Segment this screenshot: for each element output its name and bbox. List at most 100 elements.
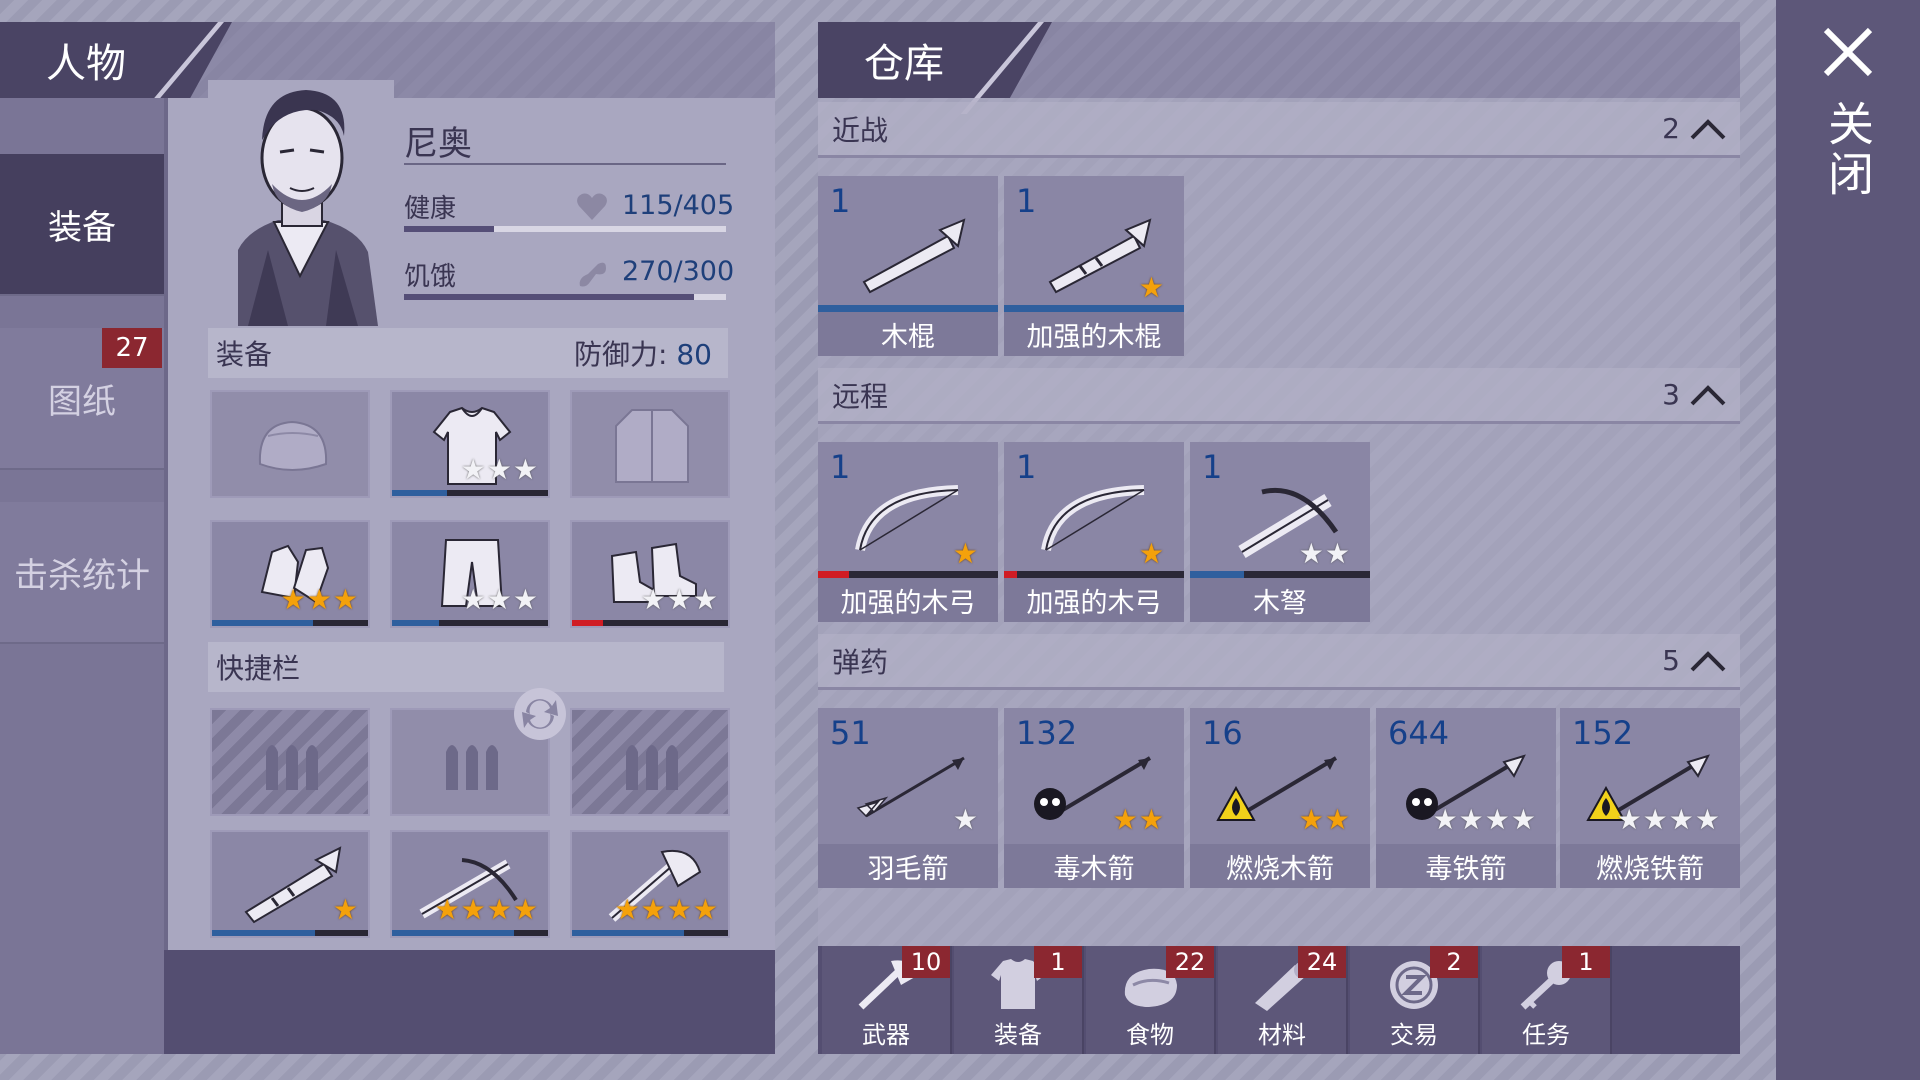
- equip-slot-hands[interactable]: ★ ★ ★: [210, 520, 370, 628]
- fire-warning-icon: [1216, 786, 1256, 821]
- health-bar-fill: [404, 226, 495, 232]
- filter-tab-badge: 1: [1034, 946, 1082, 978]
- item-card[interactable]: 132 ★ ★ 毒木箭: [1004, 708, 1184, 888]
- category-ranged-count: 3: [1662, 378, 1680, 411]
- item-card[interactable]: 1 ★ 加强的木弓: [818, 442, 998, 622]
- category-header-ammo[interactable]: 弹药 5: [818, 634, 1740, 690]
- equip-slot-hands-stars: ★ ★ ★: [281, 586, 358, 614]
- hotbar-weapon-slot-3-durability-fill: [572, 930, 685, 936]
- equip-slot-hands-durability-fill: [212, 620, 314, 626]
- item-card[interactable]: 16 ★ ★ 燃烧木箭: [1190, 708, 1370, 888]
- equip-slot-body[interactable]: ★ ★ ★: [390, 390, 550, 498]
- item-name: 加强的木棍: [1004, 312, 1184, 356]
- filter-tab-food[interactable]: 22 食物: [1086, 946, 1216, 1054]
- filter-tab-quests[interactable]: 1 任务: [1482, 946, 1612, 1054]
- star-icon: ★: [1298, 537, 1324, 570]
- item-stars: ★: [953, 806, 978, 834]
- warehouse-filter-bar: 10 武器 1 装备 22 食物 24 材料 2 交易 1 任务: [818, 946, 1740, 1054]
- name-underline: [404, 163, 726, 165]
- star-icon: ★: [512, 453, 538, 486]
- hotbar-weapon-slot-3-stars: ★ ★ ★ ★: [615, 896, 718, 924]
- equip-slot-feet[interactable]: ★ ★ ★: [570, 520, 730, 628]
- filter-tab-trade[interactable]: 2 交易: [1350, 946, 1480, 1054]
- item-stars: ★: [1139, 540, 1164, 568]
- item-stars: ★: [1139, 274, 1164, 302]
- equip-slot-body-durability-fill: [392, 490, 447, 496]
- item-card[interactable]: 1 木棍: [818, 176, 998, 356]
- health-label: 健康: [404, 194, 457, 224]
- item-name: 加强的木弓: [1004, 578, 1184, 622]
- equip-slot-feet-durability-fill: [572, 620, 604, 626]
- equip-slot-legs-durability: [392, 620, 548, 626]
- equip-slot-outer[interactable]: [570, 390, 730, 498]
- item-durability-fill: [1004, 571, 1017, 578]
- item-durability-fill: [1190, 571, 1244, 578]
- chevron-up-icon[interactable]: [1690, 384, 1726, 406]
- star-icon: ★: [952, 803, 978, 836]
- side-tab-blueprints[interactable]: 图纸 27: [0, 328, 164, 470]
- category-ammo-name: 弹药: [832, 645, 889, 679]
- item-card[interactable]: 152 ★ ★ ★ ★ 燃烧铁箭: [1560, 708, 1740, 888]
- character-portrait: [208, 80, 394, 326]
- category-melee-count: 2: [1662, 112, 1680, 145]
- item-durability: [1190, 571, 1370, 578]
- side-tab-equipment[interactable]: 装备: [0, 154, 164, 296]
- star-icon: ★: [952, 537, 978, 570]
- filter-tab-badge: 10: [902, 946, 950, 978]
- filter-tab-materials[interactable]: 24 材料: [1218, 946, 1348, 1054]
- hotbar-weapon-slot-2-durability: [392, 930, 548, 936]
- close-icon[interactable]: [1820, 24, 1876, 80]
- item-card[interactable]: 51 ★ 羽毛箭: [818, 708, 998, 888]
- filter-tab-label: 武器: [862, 1021, 910, 1049]
- item-durability-fill: [818, 571, 849, 578]
- jacket-icon: [615, 409, 689, 483]
- hunger-label: 饥饿: [404, 262, 457, 292]
- star-icon: ★: [1324, 537, 1350, 570]
- item-name: 毒铁箭: [1376, 844, 1556, 888]
- equip-slot-legs[interactable]: ★ ★ ★: [390, 520, 550, 628]
- bullets-icon: [446, 745, 498, 790]
- filter-tab-badge: 24: [1298, 946, 1346, 978]
- health-bar: [404, 226, 726, 232]
- hotbar-ammo-slot-1[interactable]: [210, 708, 370, 816]
- item-card[interactable]: 1 ★ ★ 木弩: [1190, 442, 1370, 622]
- filter-tab-label: 任务: [1522, 1021, 1570, 1049]
- star-icon: ★: [280, 583, 306, 616]
- hotbar-weapon-slot-2-stars: ★ ★ ★ ★: [435, 896, 538, 924]
- bullets-icon: [266, 745, 318, 790]
- equip-slot-body-stars: ★ ★ ★: [461, 456, 538, 484]
- star-icon: ★: [1484, 803, 1510, 836]
- chevron-up-icon[interactable]: [1690, 650, 1726, 672]
- hotbar-weapon-slot-2[interactable]: ★ ★ ★ ★: [390, 830, 550, 938]
- hotbar-ammo-slot-3[interactable]: [570, 708, 730, 816]
- equip-slot-hands-durability: [212, 620, 368, 626]
- filter-tab-badge: 22: [1166, 946, 1214, 978]
- category-header-ranged[interactable]: 远程 3: [818, 368, 1740, 424]
- defense-label: 防御力:: [574, 338, 668, 371]
- side-tab-kill-stats[interactable]: 击杀统计: [0, 502, 164, 644]
- star-icon: ★: [666, 583, 692, 616]
- star-icon: ★: [460, 583, 486, 616]
- filter-tab-label: 装备: [994, 1021, 1042, 1049]
- item-card[interactable]: 644 ★ ★ ★ ★ 毒铁箭: [1376, 708, 1556, 888]
- item-stars: ★ ★: [1299, 540, 1350, 568]
- stick-icon: [862, 218, 966, 294]
- swap-icon[interactable]: [512, 686, 568, 742]
- filter-tab-weapons[interactable]: 10 武器: [822, 946, 952, 1054]
- hunger-bar: [404, 294, 726, 300]
- equip-slot-legs-stars: ★ ★ ★: [461, 586, 538, 614]
- star-icon: ★: [1510, 803, 1536, 836]
- category-header-melee[interactable]: 近战 2: [818, 102, 1740, 158]
- filter-tab-equipment[interactable]: 1 装备: [954, 946, 1084, 1054]
- star-icon: ★: [1138, 803, 1164, 836]
- item-card[interactable]: 1 ★ 加强的木棍: [1004, 176, 1184, 356]
- close-column[interactable]: 关闭: [1776, 0, 1920, 1080]
- equip-slot-head[interactable]: [210, 390, 370, 498]
- chevron-up-icon[interactable]: [1690, 118, 1726, 140]
- filter-tab-label: 交易: [1390, 1021, 1438, 1049]
- hotbar-section-bar: 快捷栏: [208, 642, 724, 692]
- star-icon: ★: [1668, 803, 1694, 836]
- hotbar-weapon-slot-1[interactable]: ★: [210, 830, 370, 938]
- hotbar-weapon-slot-3[interactable]: ★ ★ ★ ★: [570, 830, 730, 938]
- item-card[interactable]: 1 ★ 加强的木弓: [1004, 442, 1184, 622]
